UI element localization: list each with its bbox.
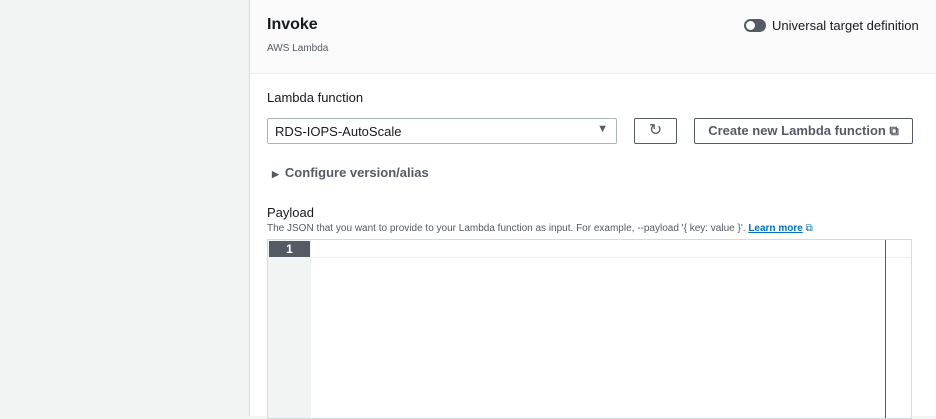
active-line	[311, 257, 911, 258]
universal-target-toggle[interactable]	[744, 19, 766, 32]
lambda-function-label: Lambda function	[267, 90, 364, 105]
learn-more-link[interactable]: Learn more	[748, 223, 802, 234]
caret-down-icon: ▼	[597, 123, 608, 135]
create-lambda-label: Create new Lambda function	[708, 123, 886, 138]
refresh-icon: ↻	[648, 122, 663, 139]
universal-target-label: Universal target definition	[772, 18, 919, 33]
description-text: The JSON that you want to provide to you…	[267, 223, 746, 234]
create-lambda-button[interactable]: Create new Lambda function ⧉	[694, 118, 913, 144]
editor-gutter: 1	[268, 240, 311, 418]
caret-right-icon: ▶	[272, 169, 279, 179]
invoke-panel: Invoke AWS Lambda Universal target defin…	[249, 0, 936, 419]
external-link-icon: ⧉	[805, 223, 813, 234]
payload-label: Payload	[267, 205, 314, 220]
payload-editor[interactable]: 1	[267, 239, 912, 419]
print-margin	[885, 240, 886, 418]
selected-value: RDS-IOPS-AutoScale	[275, 124, 402, 139]
panel-title: Invoke	[267, 16, 318, 33]
configure-label: Configure version/alias	[284, 165, 429, 180]
line-number: 1	[269, 241, 310, 257]
panel-subtitle: AWS Lambda	[267, 43, 329, 54]
external-link-icon: ⧉	[889, 123, 899, 138]
configure-version-expander[interactable]: ▶ Configure version/alias	[272, 165, 429, 180]
panel-header: Invoke AWS Lambda Universal target defin…	[250, 0, 936, 74]
payload-description: The JSON that you want to provide to you…	[267, 223, 813, 234]
lambda-function-select[interactable]: RDS-IOPS-AutoScale ▼	[267, 118, 617, 144]
refresh-button[interactable]: ↻	[634, 118, 677, 144]
